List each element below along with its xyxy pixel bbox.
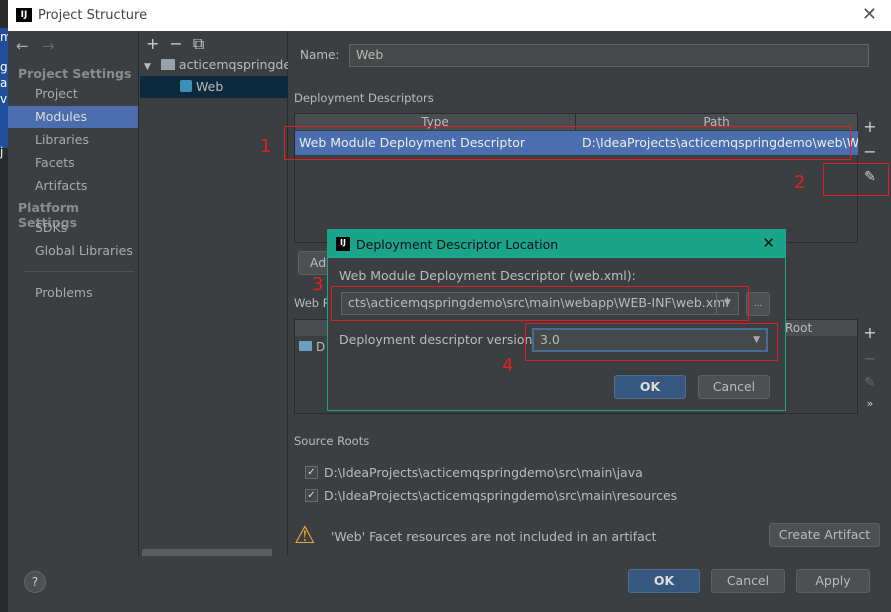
edit-pencil-icon[interactable]: ✎ xyxy=(860,375,880,391)
create-artifact-button[interactable]: Create Artifact xyxy=(769,523,880,547)
dropdown-arrow-icon[interactable]: ▼ xyxy=(716,293,738,314)
sidebar-item-sdks[interactable]: SDKs xyxy=(8,217,138,239)
row-type: Web Module Deployment Descriptor xyxy=(299,135,526,150)
add-icon[interactable]: + xyxy=(860,323,880,342)
annotation-3: 3 xyxy=(312,274,324,295)
bg-char: j xyxy=(0,145,4,159)
annotation-1: 1 xyxy=(260,136,272,157)
divider xyxy=(24,271,134,272)
expand-arrow-icon[interactable]: ▼ xyxy=(144,62,151,72)
help-button[interactable]: ? xyxy=(24,571,46,593)
remove-icon[interactable]: − xyxy=(860,142,880,161)
ok-button[interactable]: OK xyxy=(628,569,700,593)
forward-arrow-icon[interactable]: → xyxy=(42,37,55,55)
remove-icon[interactable]: − xyxy=(860,349,880,368)
sidebar-item-project[interactable]: Project xyxy=(8,83,138,105)
warning-icon: ⚠ xyxy=(294,521,316,549)
table-row[interactable]: Web Module Deployment Descriptor D:\Idea… xyxy=(295,131,858,155)
descriptor-label: Web Module Deployment Descriptor (web.xm… xyxy=(339,268,636,283)
module-tree: +−⧉ ▼ acticemqspringdemo Web xyxy=(140,31,288,556)
descriptor-path-value: cts\acticemqspringdemo\src\main\webapp\W… xyxy=(348,295,729,310)
bg-char: g xyxy=(0,60,8,74)
more-icon[interactable]: » xyxy=(860,397,880,410)
sidebar-item-global-libraries[interactable]: Global Libraries xyxy=(8,240,138,262)
sidebar-item-artifacts[interactable]: Artifacts xyxy=(8,175,138,197)
dialog-title-bar: IJ Deployment Descriptor Location ✕ xyxy=(328,230,785,258)
bg-char: a xyxy=(0,76,8,90)
add-icon[interactable]: + xyxy=(860,117,880,136)
background-app-strip: m g a v j xyxy=(0,0,12,612)
web-facet-icon xyxy=(180,80,192,92)
title-bar: IJ Project Structure ✕ xyxy=(8,0,891,31)
source-roots-heading: Source Roots xyxy=(294,434,370,448)
intellij-logo-icon: IJ xyxy=(336,237,350,251)
descriptor-path-combo[interactable]: cts\acticemqspringdemo\src\main\webapp\W… xyxy=(341,292,739,315)
name-input[interactable]: Web xyxy=(349,44,869,67)
web-resource-heading: Web R xyxy=(294,296,331,310)
annotation-2: 2 xyxy=(794,172,806,193)
row-text: D xyxy=(316,340,326,354)
deployment-descriptors-heading: Deployment Descriptors xyxy=(294,91,434,105)
sidebar-item-facets[interactable]: Facets xyxy=(8,152,138,174)
name-label: Name: xyxy=(300,48,340,62)
sidebar-item-problems[interactable]: Problems xyxy=(8,282,138,304)
tree-item-web-facet[interactable]: Web xyxy=(140,76,288,98)
annotation-4: 4 xyxy=(502,355,514,376)
descriptors-table: Type Path Web Module Deployment Descript… xyxy=(294,113,858,243)
apply-button[interactable]: Apply xyxy=(796,569,870,593)
version-select[interactable]: 3.0 ▼ xyxy=(532,328,768,352)
source-root-path: D:\IdeaProjects\acticemqspringdemo\src\m… xyxy=(324,488,678,503)
dialog-ok-button[interactable]: OK xyxy=(614,375,686,399)
version-label: Deployment descriptor version xyxy=(339,332,533,347)
version-value: 3.0 xyxy=(540,332,560,347)
tree-item-module[interactable]: ▼ acticemqspringdemo xyxy=(140,54,288,76)
cancel-button[interactable]: Cancel xyxy=(711,569,785,593)
source-root-checkbox[interactable]: ✓ xyxy=(305,466,318,479)
deployment-descriptor-dialog: IJ Deployment Descriptor Location ✕ Web … xyxy=(327,229,786,411)
edit-pencil-icon[interactable]: ✎ xyxy=(860,169,880,185)
table-row[interactable]: D xyxy=(299,340,325,354)
bottom-bar: ? OK Cancel Apply xyxy=(8,556,891,612)
folder-icon xyxy=(299,341,312,351)
sidebar-item-modules[interactable]: Modules xyxy=(8,106,138,128)
tree-toolbar[interactable]: +−⧉ xyxy=(146,34,214,54)
bg-char: v xyxy=(0,92,8,106)
module-name: acticemqspringdemo xyxy=(178,57,288,72)
window-title: Project Structure xyxy=(38,8,148,23)
module-folder-icon xyxy=(160,59,175,70)
section-project-settings: Project Settings xyxy=(18,66,132,81)
dialog-title: Deployment Descriptor Location xyxy=(356,236,559,252)
facet-name: Web xyxy=(196,79,224,94)
warning-text: 'Web' Facet resources are not included i… xyxy=(331,529,657,544)
horizontal-scrollbar[interactable] xyxy=(142,549,272,556)
close-window-button[interactable]: ✕ xyxy=(862,4,877,25)
source-root-checkbox[interactable]: ✓ xyxy=(305,489,318,502)
sidebar-item-libraries[interactable]: Libraries xyxy=(8,129,138,151)
back-arrow-icon[interactable]: ← xyxy=(16,37,29,55)
browse-button[interactable]: ... xyxy=(746,292,770,316)
source-root-path: D:\IdeaProjects\acticemqspringdemo\src\m… xyxy=(324,465,643,480)
column-type[interactable]: Type xyxy=(295,114,576,130)
intellij-logo-icon: IJ xyxy=(16,7,32,24)
settings-sidebar: ← → Project Settings Project Modules Lib… xyxy=(8,31,139,556)
column-path[interactable]: Path xyxy=(576,114,858,130)
dialog-cancel-button[interactable]: Cancel xyxy=(698,375,770,399)
row-path: D:\IdeaProjects\acticemqspringdemo\web\W… xyxy=(582,135,858,150)
dialog-close-button[interactable]: ✕ xyxy=(762,234,775,252)
dropdown-arrow-icon[interactable]: ▼ xyxy=(753,330,760,350)
